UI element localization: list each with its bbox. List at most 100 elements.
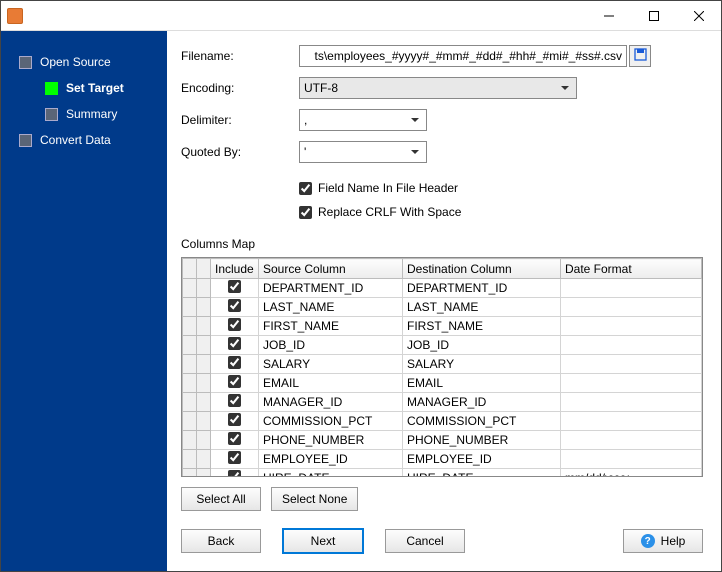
include-checkbox[interactable] xyxy=(228,451,241,464)
row-handle2 xyxy=(197,412,211,431)
col-header-source[interactable]: Source Column xyxy=(259,259,403,279)
cell-include[interactable] xyxy=(211,279,259,298)
table-row[interactable]: LAST_NAMELAST_NAME xyxy=(183,298,702,317)
cell-source[interactable]: LAST_NAME xyxy=(259,298,403,317)
col-header-dateformat[interactable]: Date Format xyxy=(561,259,702,279)
cell-dest[interactable]: SALARY xyxy=(403,355,561,374)
fieldname-header-checkbox[interactable] xyxy=(299,182,312,195)
sidebar-item-convert-data[interactable]: Convert Data xyxy=(1,127,167,153)
include-checkbox[interactable] xyxy=(228,299,241,312)
close-button[interactable] xyxy=(676,1,721,30)
include-checkbox[interactable] xyxy=(228,356,241,369)
cell-include[interactable] xyxy=(211,469,259,478)
cell-dest[interactable]: FIRST_NAME xyxy=(403,317,561,336)
titlebar xyxy=(1,1,721,31)
cell-dateformat[interactable] xyxy=(561,431,702,450)
cell-dest[interactable]: MANAGER_ID xyxy=(403,393,561,412)
cell-dest[interactable]: DEPARTMENT_ID xyxy=(403,279,561,298)
select-none-button[interactable]: Select None xyxy=(271,487,358,511)
cell-dest[interactable]: EMPLOYEE_ID xyxy=(403,450,561,469)
cell-source[interactable]: HIRE_DATE xyxy=(259,469,403,478)
cell-source[interactable]: FIRST_NAME xyxy=(259,317,403,336)
cell-dest[interactable]: HIRE_DATE xyxy=(403,469,561,478)
step-box-icon xyxy=(45,82,58,95)
cell-source[interactable]: SALARY xyxy=(259,355,403,374)
delimiter-select[interactable] xyxy=(299,109,427,131)
table-row[interactable]: HIRE_DATEHIRE_DATEmm/dd/yyyy xyxy=(183,469,702,478)
cell-dateformat[interactable] xyxy=(561,393,702,412)
cell-dateformat[interactable] xyxy=(561,450,702,469)
row-handle2 xyxy=(197,355,211,374)
include-checkbox[interactable] xyxy=(228,318,241,331)
col-header-include[interactable]: Include xyxy=(211,259,259,279)
cancel-button[interactable]: Cancel xyxy=(385,529,465,553)
row-handle2 xyxy=(197,279,211,298)
cell-dest[interactable]: LAST_NAME xyxy=(403,298,561,317)
cell-include[interactable] xyxy=(211,336,259,355)
browse-button[interactable] xyxy=(629,45,651,67)
include-checkbox[interactable] xyxy=(228,394,241,407)
cell-dest[interactable]: EMAIL xyxy=(403,374,561,393)
quotedby-select[interactable] xyxy=(299,141,427,163)
table-row[interactable]: COMMISSION_PCTCOMMISSION_PCT xyxy=(183,412,702,431)
include-checkbox[interactable] xyxy=(228,337,241,350)
cell-dest[interactable]: COMMISSION_PCT xyxy=(403,412,561,431)
include-checkbox[interactable] xyxy=(228,280,241,293)
cell-include[interactable] xyxy=(211,355,259,374)
table-row[interactable]: EMAILEMAIL xyxy=(183,374,702,393)
sidebar-item-open-source[interactable]: Open Source xyxy=(1,49,167,75)
include-checkbox[interactable] xyxy=(228,375,241,388)
cell-dateformat[interactable] xyxy=(561,317,702,336)
include-checkbox[interactable] xyxy=(228,413,241,426)
cell-include[interactable] xyxy=(211,374,259,393)
table-row[interactable]: DEPARTMENT_IDDEPARTMENT_ID xyxy=(183,279,702,298)
row-handle xyxy=(183,393,197,412)
cell-source[interactable]: EMAIL xyxy=(259,374,403,393)
cell-dateformat[interactable] xyxy=(561,279,702,298)
sidebar-item-set-target[interactable]: Set Target xyxy=(1,75,167,101)
table-row[interactable]: SALARYSALARY xyxy=(183,355,702,374)
encoding-select[interactable] xyxy=(299,77,577,99)
table-row[interactable]: JOB_IDJOB_ID xyxy=(183,336,702,355)
table-row[interactable]: MANAGER_IDMANAGER_ID xyxy=(183,393,702,412)
cell-dateformat[interactable]: mm/dd/yyyy xyxy=(561,469,702,478)
cell-dateformat[interactable] xyxy=(561,355,702,374)
cell-dest[interactable]: JOB_ID xyxy=(403,336,561,355)
cell-dest[interactable]: PHONE_NUMBER xyxy=(403,431,561,450)
table-row[interactable]: FIRST_NAMEFIRST_NAME xyxy=(183,317,702,336)
cell-source[interactable]: MANAGER_ID xyxy=(259,393,403,412)
cell-dateformat[interactable] xyxy=(561,298,702,317)
cell-dateformat[interactable] xyxy=(561,374,702,393)
cell-include[interactable] xyxy=(211,431,259,450)
col-header-dest[interactable]: Destination Column xyxy=(403,259,561,279)
cell-dateformat[interactable] xyxy=(561,412,702,431)
fieldname-header-label: Field Name In File Header xyxy=(318,181,458,195)
cell-include[interactable] xyxy=(211,317,259,336)
table-row[interactable]: PHONE_NUMBERPHONE_NUMBER xyxy=(183,431,702,450)
cell-include[interactable] xyxy=(211,298,259,317)
select-all-button[interactable]: Select All xyxy=(181,487,261,511)
help-icon: ? xyxy=(641,534,655,548)
row-handle xyxy=(183,450,197,469)
include-checkbox[interactable] xyxy=(228,470,241,477)
include-checkbox[interactable] xyxy=(228,432,241,445)
help-button[interactable]: ? Help xyxy=(623,529,703,553)
cell-source[interactable]: PHONE_NUMBER xyxy=(259,431,403,450)
cell-source[interactable]: JOB_ID xyxy=(259,336,403,355)
row-handle2 xyxy=(197,469,211,478)
cell-source[interactable]: EMPLOYEE_ID xyxy=(259,450,403,469)
filename-input[interactable] xyxy=(299,45,627,67)
cell-source[interactable]: DEPARTMENT_ID xyxy=(259,279,403,298)
cell-include[interactable] xyxy=(211,450,259,469)
sidebar-item-summary[interactable]: Summary xyxy=(1,101,167,127)
next-button[interactable]: Next xyxy=(283,529,363,553)
maximize-button[interactable] xyxy=(631,1,676,30)
replace-crlf-checkbox[interactable] xyxy=(299,206,312,219)
cell-include[interactable] xyxy=(211,412,259,431)
cell-include[interactable] xyxy=(211,393,259,412)
back-button[interactable]: Back xyxy=(181,529,261,553)
cell-source[interactable]: COMMISSION_PCT xyxy=(259,412,403,431)
cell-dateformat[interactable] xyxy=(561,336,702,355)
minimize-button[interactable] xyxy=(586,1,631,30)
table-row[interactable]: EMPLOYEE_IDEMPLOYEE_ID xyxy=(183,450,702,469)
